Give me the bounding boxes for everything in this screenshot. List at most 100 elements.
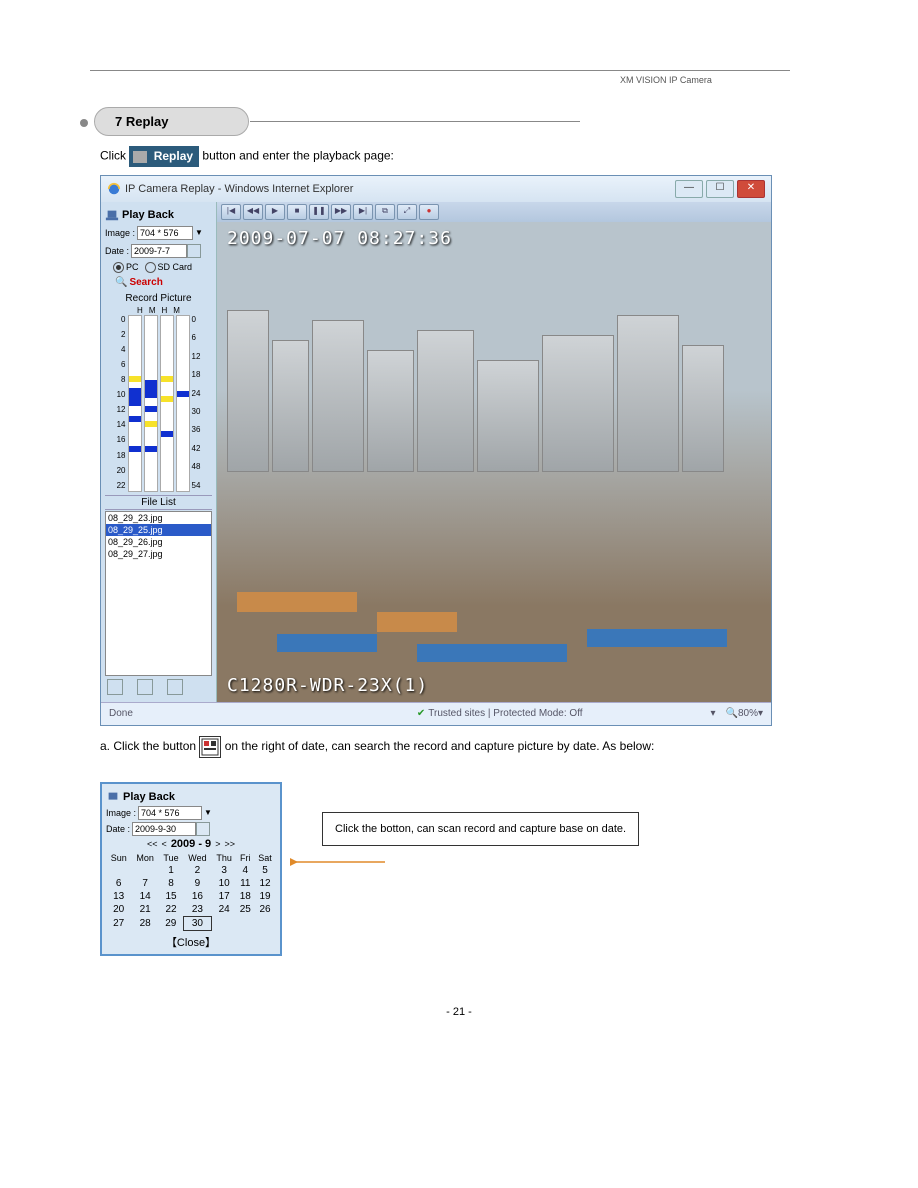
calendar-icon-2[interactable] [196, 822, 210, 836]
date-label: Date : [105, 246, 129, 256]
calendar-day[interactable]: 1 [159, 864, 183, 877]
timeline-col-4[interactable] [176, 315, 190, 492]
replay-button[interactable]: Replay [129, 146, 199, 167]
calendar-day[interactable]: 10 [212, 877, 237, 890]
rewind-button[interactable]: ◀◀ [243, 204, 263, 220]
chevron-down-icon[interactable]: ▼ [195, 228, 203, 237]
date-input[interactable]: 2009-7-7 [131, 244, 187, 258]
calendar-day[interactable]: 18 [236, 890, 254, 903]
file-item[interactable]: 08_29_27.jpg [106, 548, 211, 560]
calendar-day[interactable]: 11 [236, 877, 254, 890]
calendar-day[interactable]: 2 [183, 864, 212, 877]
section-title: 7 Replay [94, 107, 249, 136]
file-item[interactable]: 08_29_23.jpg [106, 512, 211, 524]
close-button[interactable]: ✕ [737, 180, 765, 198]
cal-image-label: Image : [106, 808, 136, 818]
calendar-day[interactable]: 29 [159, 916, 183, 930]
intro-prefix: Click [100, 149, 129, 163]
date-picker-icon[interactable] [199, 736, 221, 758]
video-area[interactable]: 2009-07-07 08:27:36 [217, 222, 771, 702]
arrow-icon [290, 852, 390, 872]
next-year-button[interactable]: >> [224, 839, 235, 849]
cal-image-select[interactable]: 704 * 576 [138, 806, 202, 820]
h-label: H [137, 306, 143, 315]
calendar-day[interactable]: 7 [131, 877, 159, 890]
calendar-day[interactable]: 16 [183, 890, 212, 903]
file-item[interactable]: 08_29_25.jpg [106, 524, 211, 536]
prev-month-button[interactable]: < [162, 839, 167, 849]
camera-icon [133, 151, 147, 163]
timeline-col-2[interactable] [144, 315, 158, 492]
image-label: Image : [105, 228, 135, 238]
prev-year-button[interactable]: << [147, 839, 158, 849]
calendar-day[interactable]: 14 [131, 890, 159, 903]
calendar-day[interactable]: 19 [254, 890, 276, 903]
timeline[interactable]: 0246810121416182022 [105, 315, 212, 492]
maximize-button[interactable]: ☐ [706, 180, 734, 198]
sd-radio[interactable] [145, 262, 156, 273]
video-camera-name: C1280R-WDR-23X(1) [227, 675, 428, 696]
file-item[interactable]: 08_29_26.jpg [106, 536, 211, 548]
chevron-down-icon-2[interactable]: ▼ [204, 808, 212, 817]
play-button[interactable]: ▶ [265, 204, 285, 220]
progress-slider[interactable] [447, 205, 767, 219]
image-select[interactable]: 704 * 576 [137, 226, 193, 240]
prev-frame-button[interactable]: |◀ [221, 204, 241, 220]
step-a-prefix: a. Click the button [100, 739, 199, 753]
calendar-icon[interactable] [187, 244, 201, 258]
step-a-suffix: on the right of date, can search the rec… [225, 739, 655, 753]
calendar-day[interactable]: 26 [254, 903, 276, 917]
calendar-day[interactable]: 21 [131, 903, 159, 917]
play-icon[interactable] [107, 679, 123, 695]
security-dropdown[interactable]: ▾ [710, 708, 715, 719]
next-frame-button[interactable]: ▶| [353, 204, 373, 220]
cal-date-input[interactable]: 2009-9-30 [132, 822, 196, 836]
timeline-col-3[interactable] [160, 315, 174, 492]
calendar-day[interactable]: 27 [106, 916, 131, 930]
calendar-day[interactable]: 5 [254, 864, 276, 877]
delete-icon[interactable] [167, 679, 183, 695]
calendar-close-button[interactable]: 【Close】 [106, 934, 276, 950]
section-header: 7 Replay [80, 107, 858, 136]
fullscreen-button[interactable]: ⤢ [397, 204, 417, 220]
calendar-day[interactable]: 13 [106, 890, 131, 903]
playback-icon-2 [106, 790, 120, 804]
calendar-day[interactable]: 9 [183, 877, 212, 890]
calendar-day[interactable]: 30 [183, 916, 212, 930]
calendar-day[interactable]: 4 [236, 864, 254, 877]
calendar-day[interactable]: 23 [183, 903, 212, 917]
calendar-day[interactable]: 15 [159, 890, 183, 903]
minimize-button[interactable]: — [675, 180, 703, 198]
ffwd-button[interactable]: ▶▶ [331, 204, 351, 220]
page-number: - 21 - [60, 1006, 858, 1018]
pc-radio[interactable] [113, 262, 124, 273]
pause-button[interactable]: ❚❚ [309, 204, 329, 220]
calendar-day[interactable]: 25 [236, 903, 254, 917]
calendar-day[interactable]: 22 [159, 903, 183, 917]
file-list[interactable]: 08_29_23.jpg08_29_25.jpg08_29_26.jpg08_2… [105, 511, 212, 676]
calendar-day[interactable]: 17 [212, 890, 237, 903]
calendar-day[interactable]: 8 [159, 877, 183, 890]
section-bullet-icon [80, 119, 88, 127]
calendar-day [254, 916, 276, 930]
next-month-button[interactable]: > [215, 839, 220, 849]
h-label2: H [162, 306, 168, 315]
calendar-day[interactable]: 24 [212, 903, 237, 917]
zoom-dropdown[interactable]: ▾ [758, 708, 763, 719]
calendar-day[interactable]: 28 [131, 916, 159, 930]
calendar-grid[interactable]: SunMonTueWedThuFriSat 123456789101112131… [106, 852, 276, 931]
timeline-col-1[interactable] [128, 315, 142, 492]
section-rule [250, 121, 580, 122]
cal-playback-title: Play Back [123, 791, 175, 803]
calendar-day[interactable]: 3 [212, 864, 237, 877]
ie-statusbar: Done ✔Trusted sites | Protected Mode: Of… [101, 702, 771, 725]
stop-button[interactable]: ■ [287, 204, 307, 220]
calendar-day[interactable]: 6 [106, 877, 131, 890]
snapshot-button[interactable]: ⧉ [375, 204, 395, 220]
calendar-day[interactable]: 20 [106, 903, 131, 917]
record-button[interactable]: ● [419, 204, 439, 220]
calendar-day[interactable]: 12 [254, 877, 276, 890]
zoom-icon[interactable]: 🔍 [726, 708, 738, 719]
search-button[interactable]: Search [129, 277, 162, 288]
download-icon[interactable] [137, 679, 153, 695]
